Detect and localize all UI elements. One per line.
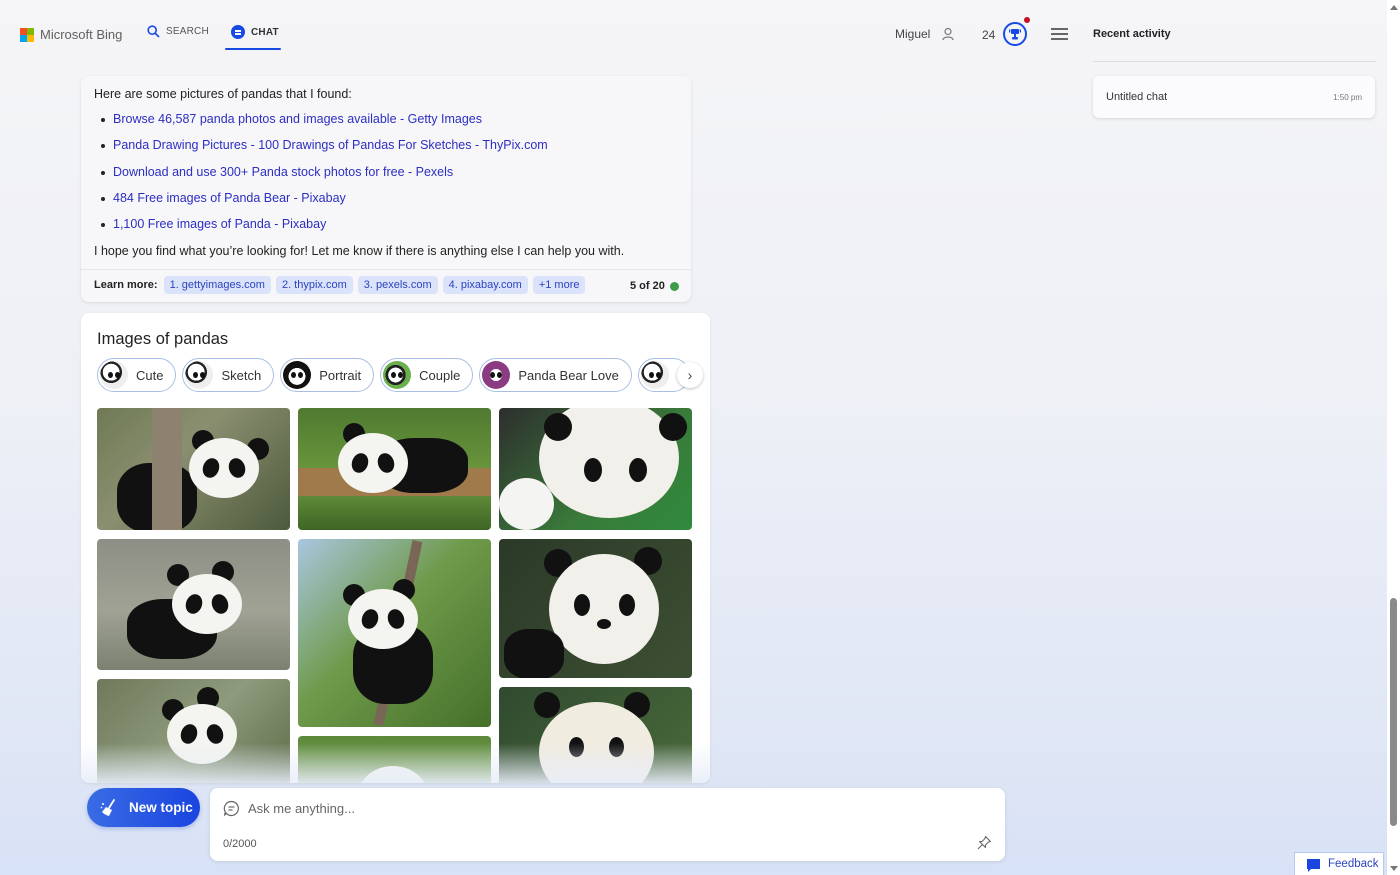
panda-image[interactable] [499, 539, 692, 678]
turn-counter: 5 of 20 [630, 280, 679, 292]
trophy-glyph-icon [1009, 29, 1021, 40]
images-card: Images of pandas Cute Sketch Portrait Co… [81, 313, 710, 783]
user-account[interactable]: Miguel [895, 26, 956, 42]
panda-thumbnail-icon [383, 361, 412, 389]
panda-image[interactable] [97, 539, 290, 670]
recent-chat-name: Untitled chat [1106, 91, 1168, 103]
panda-image[interactable] [298, 539, 491, 727]
response-link-list: Browse 46,587 panda photos and images av… [101, 112, 548, 243]
source-chip[interactable]: 3. pexels.com [357, 276, 438, 294]
learn-more-label: Learn more: [94, 279, 158, 291]
panda-thumbnail-icon [185, 361, 214, 389]
source-chip[interactable]: 4. pixabay.com [442, 276, 528, 294]
filter-chip-cute[interactable]: Cute [97, 358, 177, 392]
filter-chip-sketch[interactable]: Sketch [182, 358, 275, 392]
tab-search[interactable]: SEARCH [147, 25, 209, 38]
pin-icon[interactable] [976, 835, 992, 851]
learn-more-row: Learn more: 1. gettyimages.com 2. thypix… [94, 276, 586, 294]
response-link[interactable]: 484 Free images of Panda Bear - Pixabay [101, 191, 548, 217]
filter-label: Sketch [221, 367, 262, 383]
filter-label: Couple [419, 367, 461, 383]
turn-counter-text: 5 of 20 [630, 280, 665, 292]
character-count: 0/2000 [223, 838, 257, 850]
new-topic-label: New topic [129, 800, 193, 815]
filter-chip-couple[interactable]: Couple [380, 358, 474, 392]
chat-composer: 0/2000 [210, 788, 1005, 861]
divider [81, 269, 691, 270]
microsoft-logo-icon [20, 27, 34, 42]
scroll-up-arrow-icon[interactable] [1390, 5, 1398, 10]
reward-points: 24 [982, 28, 996, 42]
user-name: Miguel [895, 27, 931, 41]
feedback-button[interactable]: Feedback [1294, 852, 1384, 875]
scroll-down-arrow-icon[interactable] [1390, 866, 1398, 871]
search-icon [147, 25, 160, 38]
images-title: Images of pandas [97, 330, 229, 348]
rewards-trophy-icon[interactable] [1003, 22, 1027, 46]
panda-image[interactable] [97, 408, 290, 530]
panda-thumbnail-icon [640, 361, 669, 389]
filter-chip-portrait[interactable]: Portrait [280, 358, 375, 392]
chat-input[interactable] [248, 798, 948, 818]
response-link[interactable]: Panda Drawing Pictures - 100 Drawings of… [101, 138, 548, 164]
tab-chat-label: CHAT [251, 26, 279, 38]
tab-search-label: SEARCH [166, 26, 209, 37]
bing-logo[interactable]: Microsoft Bing [20, 27, 122, 42]
source-chip[interactable]: 1. gettyimages.com [163, 276, 271, 294]
response-link[interactable]: Download and use 300+ Panda stock photos… [101, 165, 548, 191]
chat-response-card: Here are some pictures of pandas that I … [81, 76, 691, 302]
response-link[interactable]: Browse 46,587 panda photos and images av… [101, 112, 548, 138]
feedback-icon [1307, 859, 1320, 872]
user-icon [942, 27, 954, 41]
notification-dot [1024, 17, 1030, 23]
chat-prompt-icon [223, 800, 239, 817]
chat-icon [231, 25, 245, 39]
chevron-right-icon[interactable]: › [677, 362, 703, 388]
response-intro: Here are some pictures of pandas that I … [94, 87, 352, 101]
response-link[interactable]: 1,100 Free images of Panda - Pixabay [101, 217, 548, 243]
more-sources-chip[interactable]: +1 more [532, 276, 586, 294]
recent-chat-item[interactable]: Untitled chat 1:50 pm [1093, 76, 1375, 118]
source-chip[interactable]: 2. thypix.com [275, 276, 353, 294]
page-scrollbar[interactable] [1387, 0, 1400, 875]
panda-thumbnail-icon [100, 361, 128, 389]
broom-icon [100, 798, 115, 816]
brand-name: Microsoft Bing [40, 27, 123, 42]
new-topic-button[interactable]: New topic [87, 788, 200, 827]
filter-label: Panda Bear Love [518, 367, 619, 383]
filter-chip-panda-bear-love[interactable]: Panda Bear Love [479, 358, 632, 392]
status-dot-icon [669, 281, 679, 291]
feedback-label: Feedback [1328, 858, 1379, 870]
divider [1093, 61, 1376, 62]
panda-image[interactable] [298, 736, 491, 783]
panda-image[interactable] [499, 687, 692, 783]
panda-image[interactable] [97, 679, 290, 783]
filter-label: Portrait [319, 367, 362, 383]
recent-activity-title: Recent activity [1093, 28, 1171, 40]
panda-image[interactable] [499, 408, 692, 530]
recent-chat-time: 1:50 pm [1333, 92, 1362, 102]
panda-image[interactable] [298, 408, 491, 530]
menu-icon[interactable] [1051, 28, 1068, 40]
image-filter-row: Cute Sketch Portrait Couple Panda Bear L… [97, 358, 692, 393]
response-outro: I hope you find what you’re looking for!… [94, 244, 625, 258]
filter-label: Cute [136, 367, 164, 383]
panda-thumbnail-icon [482, 361, 511, 389]
scroll-thumb[interactable] [1390, 598, 1397, 826]
panda-thumbnail-icon [283, 361, 312, 389]
tab-chat[interactable]: CHAT [225, 25, 281, 50]
